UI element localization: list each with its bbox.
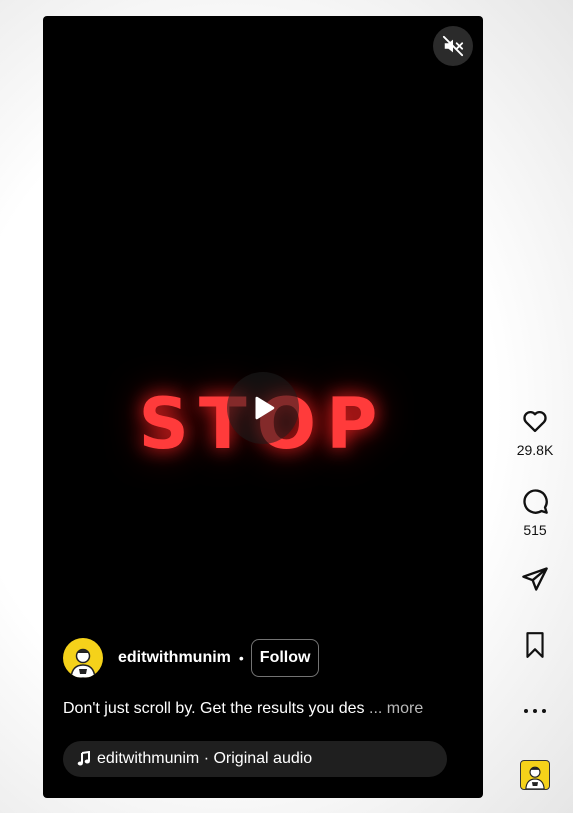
caption-more-link[interactable]: more bbox=[382, 700, 423, 717]
comment-count: 515 bbox=[523, 522, 547, 538]
paper-plane-icon bbox=[522, 567, 548, 591]
save-button[interactable] bbox=[520, 630, 550, 660]
caption-text: Don't just scroll by. Get the results yo… bbox=[63, 700, 365, 717]
author-username[interactable]: editwithmunim bbox=[118, 649, 231, 667]
bookmark-icon bbox=[526, 632, 544, 658]
author-row: editwithmunim • Follow bbox=[63, 638, 320, 678]
play-icon bbox=[255, 396, 275, 420]
avatar-person-icon bbox=[525, 766, 545, 789]
mute-toggle-button[interactable] bbox=[433, 26, 473, 66]
speaker-muted-icon bbox=[442, 35, 464, 57]
reel-video[interactable]: STOP editwithmunim • Follow Don't just s… bbox=[43, 16, 483, 798]
heart-icon bbox=[523, 410, 547, 433]
avatar-person-icon bbox=[70, 648, 96, 678]
audio-thumbnail-action bbox=[510, 760, 560, 790]
more-dots-icon bbox=[524, 709, 546, 713]
like-action: 29.8K bbox=[510, 406, 560, 458]
caption-ellipsis: ... bbox=[364, 700, 383, 717]
avatar[interactable] bbox=[63, 638, 103, 678]
follow-button[interactable]: Follow bbox=[250, 639, 320, 677]
more-options-button[interactable] bbox=[520, 696, 550, 726]
audio-thumbnail[interactable] bbox=[520, 760, 550, 790]
like-count: 29.8K bbox=[516, 442, 554, 458]
save-action bbox=[510, 630, 560, 660]
more-action bbox=[510, 696, 560, 726]
audio-pill[interactable]: editwithmunim · Original audio bbox=[63, 741, 447, 777]
share-action bbox=[510, 564, 560, 594]
page: STOP editwithmunim • Follow Don't just s… bbox=[0, 0, 573, 813]
separator-dot: • bbox=[238, 650, 244, 666]
play-button[interactable] bbox=[227, 372, 299, 444]
comment-action: 515 bbox=[510, 486, 560, 538]
like-button[interactable] bbox=[520, 406, 550, 436]
comment-button[interactable] bbox=[520, 486, 550, 516]
audio-label: editwithmunim · Original audio bbox=[97, 750, 313, 767]
comment-bubble-icon bbox=[523, 489, 548, 514]
share-button[interactable] bbox=[520, 564, 550, 594]
music-note-icon bbox=[77, 751, 91, 767]
caption: Don't just scroll by. Get the results yo… bbox=[63, 700, 463, 718]
